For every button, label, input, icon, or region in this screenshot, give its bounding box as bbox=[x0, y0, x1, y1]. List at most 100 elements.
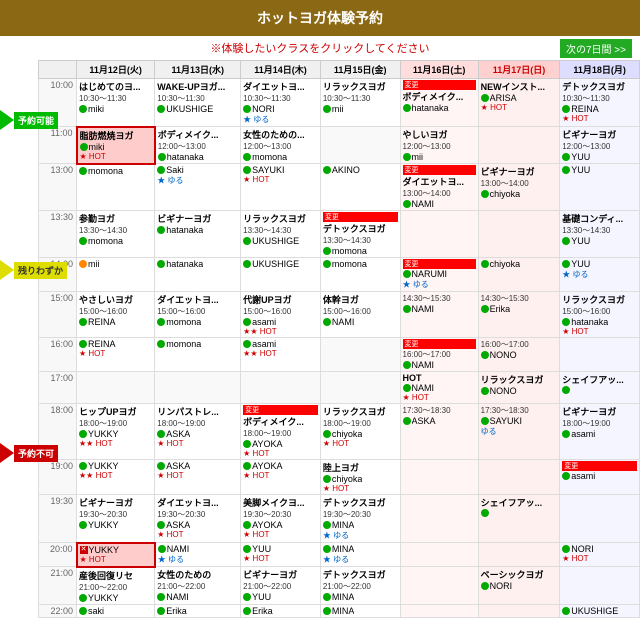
class-name: リラックスヨガ bbox=[323, 80, 398, 93]
schedule-cell[interactable]: 変更16:00〜17:00NAMI bbox=[400, 338, 478, 372]
schedule-cell[interactable]: リラックスヨガ10:30〜11:30mii bbox=[320, 79, 400, 127]
availability-dot bbox=[243, 440, 251, 448]
schedule-cell[interactable]: 変更ボディメイク...18:00〜19:00AYOKA★ HOT bbox=[241, 404, 321, 460]
schedule-cell[interactable]: ビギナーヨガ18:00〜19:00asami bbox=[560, 404, 640, 460]
class-name: ボディメイク... bbox=[158, 128, 238, 141]
schedule-cell[interactable]: リンパストレ...18:00〜19:00ASKA★ HOT bbox=[155, 404, 241, 460]
schedule-cell[interactable]: NEWインスト...ARISA★ HOT bbox=[478, 79, 560, 127]
schedule-cell[interactable]: 変更asami bbox=[560, 460, 640, 495]
schedule-cell[interactable]: 陸上ヨガchiyoka★ HOT bbox=[320, 460, 400, 495]
schedule-cell[interactable]: momona bbox=[155, 338, 241, 372]
schedule-cell[interactable]: ビギナーヨガ13:00〜14:00chiyoka bbox=[478, 164, 560, 211]
schedule-cell[interactable]: AYOKA★ HOT bbox=[241, 460, 321, 495]
instructor-row: UKUSHIGE bbox=[243, 236, 318, 246]
schedule-cell[interactable]: シェイフアッ... bbox=[478, 495, 560, 543]
schedule-cell[interactable]: はじめてのヨ...10:30〜11:30miki bbox=[77, 79, 155, 127]
time-cell: 19:00 bbox=[39, 460, 77, 495]
schedule-cell[interactable]: 17:30〜18:30ASKA bbox=[400, 404, 478, 460]
schedule-cell[interactable]: UKUSHIGE bbox=[560, 604, 640, 617]
schedule-cell[interactable]: 女性のための21:00〜22:00NAMI bbox=[155, 567, 241, 605]
schedule-cell[interactable]: ビギナーヨガhatanaka bbox=[155, 211, 241, 258]
schedule-cell[interactable]: 変更ダイエットヨ...13:00〜14:00NAMI bbox=[400, 164, 478, 211]
schedule-cell[interactable]: リラックスヨガNONO bbox=[478, 372, 560, 404]
instructor-name: Erika bbox=[166, 606, 187, 616]
instructor-row: momona bbox=[79, 166, 152, 176]
schedule-cell[interactable]: ビギナーヨガ19:30〜20:30YUKKY bbox=[77, 495, 155, 543]
schedule-cell[interactable]: saki bbox=[77, 604, 155, 617]
schedule-cell[interactable]: YUKKY★★ HOT bbox=[77, 460, 155, 495]
schedule-cell[interactable]: 変更デトックスヨガ13:30〜14:30momona bbox=[320, 211, 400, 258]
schedule-cell[interactable]: 女性のための...12:00〜13:00momona bbox=[241, 127, 321, 164]
col-wed: 11月13日(水) bbox=[155, 61, 241, 79]
time-range: 10:30〜11:30 bbox=[157, 93, 238, 104]
schedule-cell[interactable]: asami★★ HOT bbox=[241, 338, 321, 372]
schedule-cell[interactable]: やさしいヨガ15:00〜16:00REINA bbox=[77, 292, 155, 338]
schedule-cell[interactable]: リラックスヨガ13:30〜14:30UKUSHIGE bbox=[241, 211, 321, 258]
schedule-cell[interactable]: シェイフアッ... bbox=[560, 372, 640, 404]
schedule-cell[interactable]: hatanaka bbox=[155, 258, 241, 292]
schedule-cell[interactable]: MINA bbox=[320, 604, 400, 617]
schedule-cell[interactable]: chiyoka bbox=[478, 258, 560, 292]
schedule-cell[interactable]: リラックスヨガ15:00〜16:00hatanaka★ HOT bbox=[560, 292, 640, 338]
schedule-cell bbox=[560, 495, 640, 543]
schedule-cell[interactable]: 14:30〜15:30Erika bbox=[478, 292, 560, 338]
schedule-cell[interactable]: ダイエットヨ...19:30〜20:30ASKA★ HOT bbox=[155, 495, 241, 543]
schedule-cell[interactable]: Erika bbox=[155, 604, 241, 617]
schedule-cell[interactable]: 14:30〜15:30NAMI bbox=[400, 292, 478, 338]
schedule-cell[interactable]: AKINO bbox=[320, 164, 400, 211]
class-tags: ★ HOT bbox=[562, 554, 637, 563]
schedule-cell[interactable]: Erika bbox=[241, 604, 321, 617]
instructor-row: momona bbox=[323, 246, 398, 256]
schedule-cell[interactable]: Saki★ ゆる bbox=[155, 164, 241, 211]
schedule-cell[interactable]: 16:00〜17:00NONO bbox=[478, 338, 560, 372]
schedule-cell[interactable]: HOTNAMI★ HOT bbox=[400, 372, 478, 404]
schedule-cell[interactable]: 変更NARUMI★ ゆる bbox=[400, 258, 478, 292]
schedule-cell[interactable]: ASKA★ HOT bbox=[155, 460, 241, 495]
schedule-cell[interactable]: NAMI★ ゆる bbox=[155, 543, 241, 567]
schedule-cell[interactable]: 脂肪燃焼ヨガmiki★ HOT bbox=[77, 127, 155, 164]
next-week-button[interactable]: 次の7日間 >> bbox=[560, 39, 632, 58]
availability-dot bbox=[157, 166, 165, 174]
schedule-cell[interactable]: YUU★ HOT bbox=[241, 543, 321, 567]
schedule-cell[interactable]: ヒップUPヨガ18:00〜19:00YUKKY★★ HOT bbox=[77, 404, 155, 460]
schedule-cell[interactable]: ダイエットヨ...15:00〜16:00momona bbox=[155, 292, 241, 338]
schedule-cell[interactable]: ビギナーヨガ21:00〜22:00YUU bbox=[241, 567, 321, 605]
schedule-cell[interactable]: デトックスヨガ21:00〜22:00MINA bbox=[320, 567, 400, 605]
schedule-cell[interactable]: デトックスヨガ10:30〜11:30REINA★ HOT bbox=[560, 79, 640, 127]
schedule-cell[interactable]: YUU bbox=[560, 164, 640, 211]
schedule-cell[interactable]: 産後回復リセ21:00〜22:00YUKKY bbox=[77, 567, 155, 605]
schedule-cell[interactable]: ベーシックヨガNORI bbox=[478, 567, 560, 605]
schedule-cell[interactable]: ダイエットヨ...10:30〜11:30NORI★ ゆる bbox=[241, 79, 321, 127]
schedule-cell[interactable]: ビギナーヨガ12:00〜13:00YUU bbox=[560, 127, 640, 164]
instructor-row: REINA bbox=[79, 339, 152, 349]
schedule-cell bbox=[155, 372, 241, 404]
schedule-cell[interactable]: 美脚メイクヨ...19:30〜20:30AYOKA★ HOT bbox=[241, 495, 321, 543]
schedule-cell[interactable]: リラックスヨガ18:00〜19:00chiyoka★ HOT bbox=[320, 404, 400, 460]
schedule-cell[interactable]: NORI★ HOT bbox=[560, 543, 640, 567]
schedule-cell[interactable]: 基礎コンディ...13:30〜14:30YUU bbox=[560, 211, 640, 258]
schedule-cell[interactable]: SAYUKI★ HOT bbox=[241, 164, 321, 211]
schedule-cell[interactable]: やしいヨガ12:00〜13:00mii bbox=[400, 127, 478, 164]
schedule-cell[interactable]: 17:30〜18:30SAYUKIゆる bbox=[478, 404, 560, 460]
instructor-row bbox=[481, 509, 558, 517]
schedule-cell[interactable]: YUU★ ゆる bbox=[560, 258, 640, 292]
schedule-cell[interactable]: momona bbox=[77, 164, 155, 211]
schedule-cell[interactable]: 変更ボディメイク...hatanaka bbox=[400, 79, 478, 127]
availability-dot bbox=[562, 386, 570, 394]
schedule-cell[interactable]: 参勤ヨガ13:30〜14:30momona bbox=[77, 211, 155, 258]
schedule-cell[interactable]: 体幹ヨガ15:00〜16:00NAMI bbox=[320, 292, 400, 338]
schedule-cell[interactable]: ✕YUKKY★ HOT bbox=[77, 543, 155, 567]
schedule-cell[interactable]: ボディメイク...12:00〜13:00hatanaka bbox=[155, 127, 241, 164]
schedule-cell[interactable]: momona bbox=[320, 258, 400, 292]
schedule-cell[interactable]: UKUSHIGE bbox=[241, 258, 321, 292]
schedule-cell[interactable]: 代謝UPヨガ15:00〜16:00asami★★ HOT bbox=[241, 292, 321, 338]
instructor-name: UKUSHIGE bbox=[252, 259, 299, 269]
schedule-cell[interactable]: REINA★ HOT bbox=[77, 338, 155, 372]
schedule-cell[interactable]: デトックスヨガ19:30〜20:30MINA★ ゆる bbox=[320, 495, 400, 543]
schedule-cell[interactable]: mii bbox=[77, 258, 155, 292]
schedule-cell[interactable]: WAKE-UPヨガ...10:30〜11:30UKUSHIGE bbox=[155, 79, 241, 127]
class-tags: ★ ゆる bbox=[562, 269, 637, 280]
instructor-row: UKUSHIGE bbox=[243, 259, 318, 269]
status-change-badge: 変更 bbox=[562, 461, 637, 471]
schedule-cell[interactable]: MINA★ ゆる bbox=[320, 543, 400, 567]
